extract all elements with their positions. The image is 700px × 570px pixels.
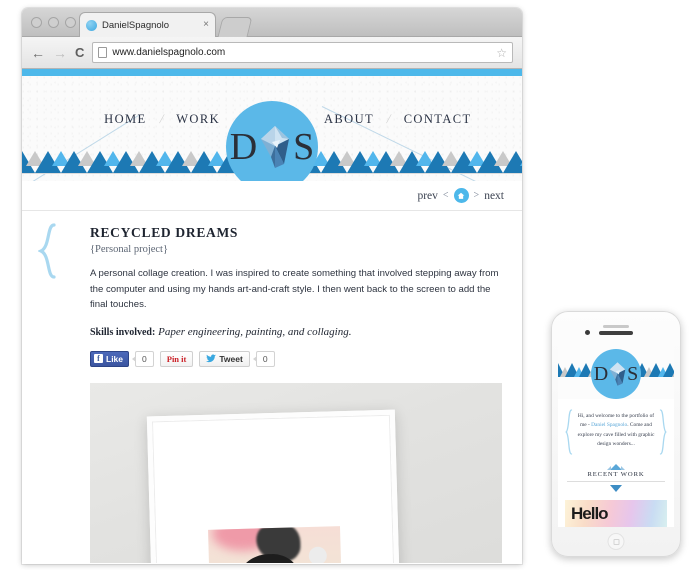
picture-frame	[146, 409, 402, 563]
project-pager: prev < > next	[22, 181, 522, 211]
reload-button[interactable]: C	[75, 46, 84, 59]
phone-earpiece	[599, 331, 633, 335]
tab-title: DanielSpagnolo	[102, 19, 170, 31]
logo-letter-d: D	[229, 126, 258, 168]
twitter-tweet-label: Tweet	[219, 353, 243, 364]
browser-toolbar: ← → C www.danielspagnolo.com ☆	[22, 37, 522, 69]
close-icon[interactable]: ×	[203, 20, 209, 30]
twitter-bird-icon	[206, 354, 217, 363]
mobile-recent-work-section: RECENT WORK	[558, 463, 674, 492]
prev-link[interactable]: prev	[417, 190, 437, 202]
phone-home-button[interactable]	[607, 533, 625, 550]
page-viewport: HOME / WORK ABOUT / CONTACT D S prev < >…	[22, 69, 522, 563]
collage-artwork	[208, 525, 344, 563]
prev-arrow-icon: <	[442, 190, 449, 201]
zigzag-diamond	[672, 367, 674, 377]
mobile-site-logo[interactable]: D S	[591, 349, 641, 399]
front-camera-icon	[585, 330, 590, 335]
decorative-brace-icon	[659, 409, 667, 455]
next-link[interactable]: next	[484, 190, 504, 202]
favicon-icon	[86, 19, 97, 31]
close-window-button[interactable]	[31, 17, 42, 28]
forward-button[interactable]: →	[53, 46, 67, 60]
iphone-mockup: D S Hi, and welcome to the portfolio of …	[551, 311, 681, 557]
facebook-like-button[interactable]: f Like	[90, 350, 130, 367]
browser-window: DanielSpagnolo × ← → C www.danielspagnol…	[22, 8, 522, 564]
page-title: RECYCLED DREAMS	[90, 225, 239, 240]
page-info-icon	[98, 47, 108, 58]
browser-tab[interactable]: DanielSpagnolo ×	[79, 12, 216, 37]
window-controls[interactable]	[31, 17, 76, 28]
url-text: www.danielspagnolo.com	[112, 47, 226, 58]
project-skills: Skills involved: Paper engineering, pain…	[90, 326, 502, 338]
nav-group-right: ABOUT / CONTACT	[314, 111, 502, 127]
bookmark-star-icon[interactable]: ☆	[496, 47, 507, 59]
nav-separator: /	[158, 111, 165, 126]
project-photo	[90, 382, 502, 563]
screenshot-stage: DanielSpagnolo × ← → C www.danielspagnol…	[0, 0, 700, 570]
maximize-window-button[interactable]	[65, 17, 76, 28]
facebook-like-label: Like	[106, 353, 124, 364]
facebook-icon: f	[94, 354, 103, 364]
art-blob	[308, 546, 328, 563]
project-subtitle: {Personal project}	[90, 244, 169, 255]
diamond-gem-icon	[261, 126, 290, 168]
mobile-site-header: D S	[558, 341, 674, 399]
twitter-tweet-button[interactable]: Tweet	[199, 350, 250, 367]
nav-link-home[interactable]: HOME	[104, 112, 146, 127]
facebook-like-count: 0	[135, 350, 154, 367]
home-button-icon	[613, 538, 619, 545]
phone-screen: D S Hi, and welcome to the portfolio of …	[558, 341, 674, 527]
nav-separator: /	[385, 111, 393, 126]
skills-value: Paper engineering, painting, and collagi…	[158, 325, 352, 338]
nav-link-about[interactable]: ABOUT	[324, 112, 374, 127]
new-tab-button[interactable]	[217, 17, 253, 37]
chevron-down-icon	[610, 484, 622, 492]
nav-link-contact[interactable]: CONTACT	[404, 112, 472, 127]
project-content: RECYCLED DREAMS {Personal project} A per…	[22, 211, 522, 563]
twitter-tweet-count: 0	[255, 350, 275, 367]
address-bar[interactable]: www.danielspagnolo.com ☆	[92, 42, 513, 63]
browser-tabstrip: DanielSpagnolo ×	[22, 8, 522, 37]
mobile-recent-work-thumbnail[interactable]: Hello	[565, 499, 667, 527]
zigzag-diamond	[520, 151, 522, 166]
home-icon[interactable]	[453, 188, 469, 203]
pinterest-pin-button[interactable]: Pin it	[159, 350, 194, 367]
mobile-intro-text: Hi, and welcome to the portfolio of me -…	[565, 407, 667, 455]
decorative-brace-icon	[38, 223, 56, 279]
mobile-intro-link[interactable]: Daniel Spagnolo	[591, 422, 627, 428]
site-top-accent-bar	[22, 69, 522, 76]
logo-letter-s: S	[293, 126, 315, 168]
chevron-up-icon	[607, 463, 625, 470]
nav-group-left: HOME / WORK	[42, 111, 230, 127]
minimize-window-button[interactable]	[48, 17, 59, 28]
nav-link-work[interactable]: WORK	[176, 112, 220, 127]
project-description: A personal collage creation. I was inspi…	[90, 268, 499, 311]
phone-top-speaker	[603, 325, 629, 328]
mobile-logo-letter-s: S	[627, 363, 639, 385]
next-arrow-icon: >	[473, 190, 480, 201]
thumbnail-label: Hello	[571, 503, 609, 523]
mobile-logo-letter-d: D	[593, 363, 609, 385]
decorative-brace-icon	[565, 409, 573, 455]
back-button[interactable]: ←	[31, 46, 45, 60]
diamond-gem-icon	[609, 362, 626, 386]
skills-label: Skills involved:	[90, 326, 156, 338]
site-header: HOME / WORK ABOUT / CONTACT D S	[22, 76, 522, 181]
mobile-recent-work-label: RECENT WORK	[567, 471, 665, 482]
social-share-bar: f Like 0 Pin it Tweet 0	[90, 350, 502, 367]
